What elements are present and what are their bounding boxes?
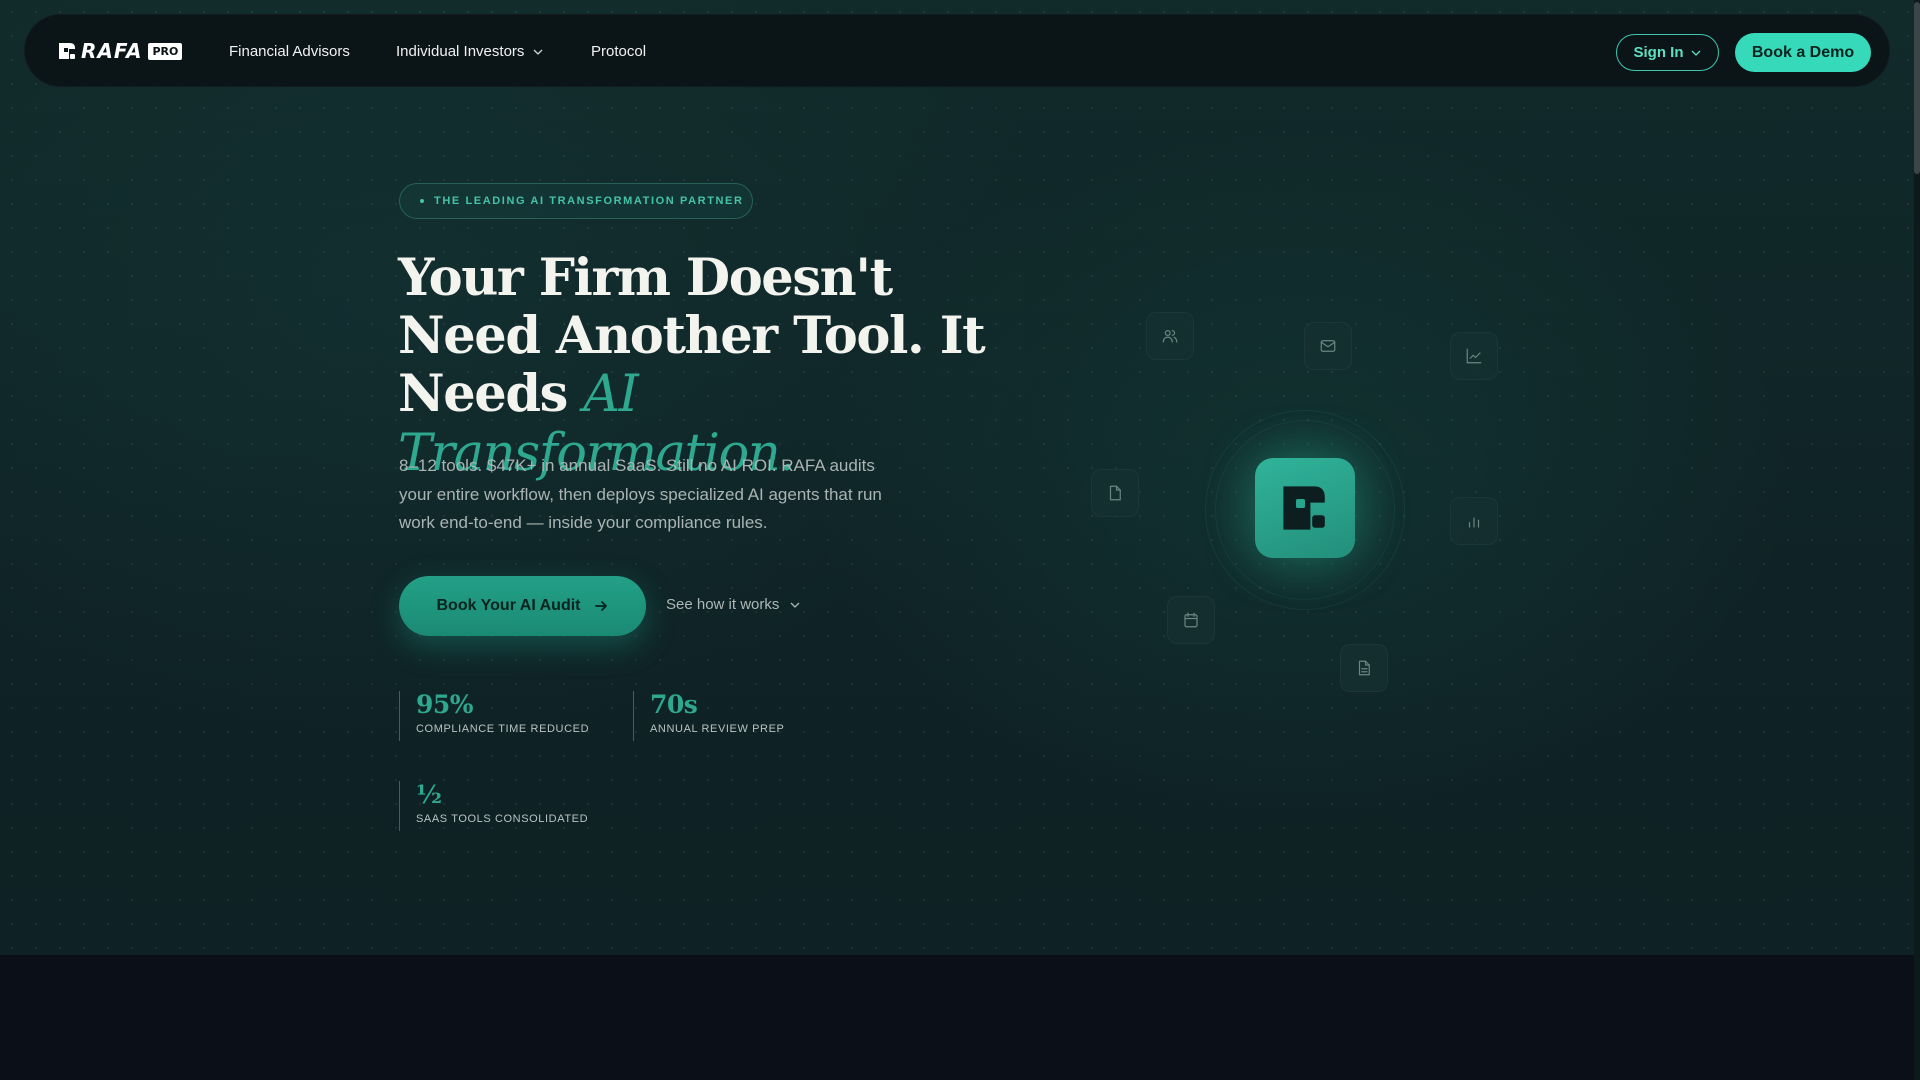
rafa-center-tile (1255, 458, 1355, 558)
mail-icon (1320, 340, 1336, 352)
nav-link-label: Financial Advisors (229, 43, 350, 60)
stat-label: ANNUAL REVIEW PREP (650, 723, 785, 735)
nav-link-label: Individual Investors (396, 43, 525, 60)
cta-label: Book Your AI Audit (436, 597, 581, 614)
book-ai-audit-button[interactable]: Book Your AI Audit (399, 576, 646, 636)
line-chart-tile (1450, 332, 1498, 380)
book-demo-label: Book a Demo (1751, 43, 1855, 61)
see-how-label: See how it works (666, 596, 780, 613)
document-tile (1340, 644, 1388, 692)
stat-label: COMPLIANCE TIME REDUCED (416, 723, 590, 735)
bar-chart-tile (1450, 497, 1498, 545)
stat-value: 70s (650, 690, 698, 719)
nav-link-protocol[interactable]: Protocol (591, 43, 646, 60)
hero-headline: Your Firm Doesn't Need Another Tool. It … (398, 249, 1038, 483)
top-navbar: RAFA PRO Financial Advisors Individual I… (24, 14, 1890, 87)
rafa-logo[interactable]: RAFA PRO (57, 39, 183, 63)
stat-saas-tools: ½ SAAS TOOLS CONSOLIDATED (399, 781, 599, 831)
hero-subtitle: 8–12 tools. $47K+ in annual SaaS. Still … (399, 456, 882, 532)
chevron-down-icon (1691, 50, 1700, 56)
chevron-down-icon (790, 602, 800, 608)
document-icon (1358, 660, 1370, 676)
rafa-logo-icon (1283, 486, 1325, 530)
stat-value: ½ (416, 780, 442, 809)
users-tile (1146, 312, 1194, 360)
stat-compliance: 95% COMPLIANCE TIME REDUCED (399, 691, 599, 741)
scrollbar-thumb[interactable] (1914, 2, 1920, 174)
file-icon (1109, 485, 1121, 501)
book-demo-button[interactable]: Book a Demo (1735, 33, 1871, 72)
calendar-tile (1167, 596, 1215, 644)
see-how-it-works-link[interactable]: See how it works (666, 596, 801, 613)
rafa-logo-icon (59, 43, 75, 59)
nav-link-individual-investors[interactable]: Individual Investors (396, 43, 544, 60)
badge-label: THE LEADING AI TRANSFORMATION PARTNER (434, 195, 744, 207)
arrow-right-icon (594, 601, 607, 611)
mail-tile (1304, 322, 1352, 370)
hero-badge: THE LEADING AI TRANSFORMATION PARTNER (399, 183, 753, 219)
sign-in-label: Sign In (1633, 44, 1684, 61)
stat-annual-review: 70s ANNUAL REVIEW PREP (633, 691, 833, 741)
stat-value: 95% (416, 690, 474, 719)
sign-in-button[interactable]: Sign In (1616, 34, 1719, 71)
line-chart-icon (1466, 348, 1482, 364)
badge-dot (420, 199, 424, 203)
chevron-down-icon (533, 49, 543, 55)
headline-plain: Your Firm Doesn't Need Another Tool. It … (398, 248, 986, 424)
stat-label: SAAS TOOLS CONSOLIDATED (416, 813, 589, 825)
nav-link-financial-advisors[interactable]: Financial Advisors (229, 43, 350, 60)
logo-wordmark: RAFA (81, 39, 143, 63)
users-icon (1162, 330, 1178, 343)
calendar-icon (1184, 612, 1198, 628)
nav-link-label: Protocol (591, 43, 647, 60)
logo-pro-badge: PRO (148, 42, 183, 60)
file-tile (1091, 469, 1139, 517)
bar-chart-icon (1468, 517, 1480, 528)
